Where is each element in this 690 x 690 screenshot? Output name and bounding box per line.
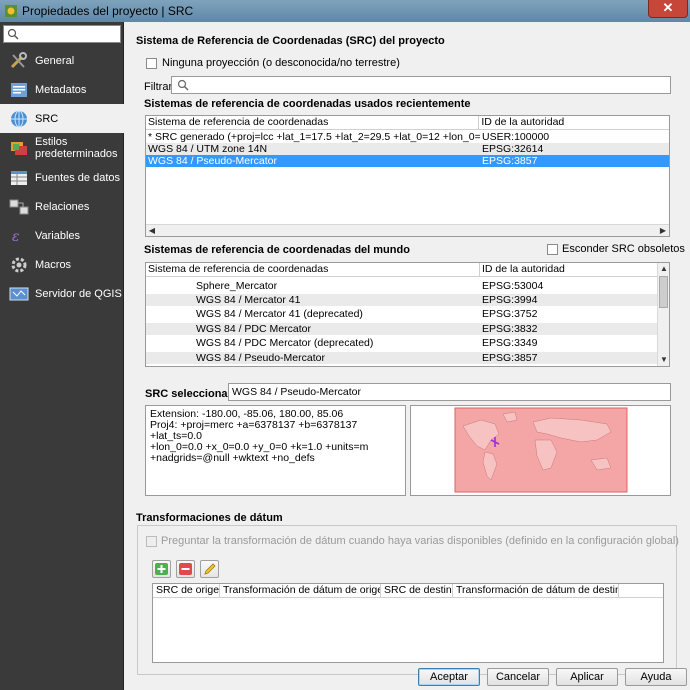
- sidebar-item-label: Macros: [35, 258, 72, 271]
- window-title: Propiedades del proyecto | SRC: [22, 4, 194, 18]
- table-header: SRC de origen Transformación de dátum de…: [153, 584, 663, 598]
- table-row[interactable]: WGS 84 / Pseudo-Mercator EPSG:3857: [146, 352, 657, 364]
- datum-title: Transformaciones de dátum: [136, 512, 283, 524]
- scroll-left-icon[interactable]: ◀: [146, 225, 158, 236]
- recent-crs-title: Sistemas de referencia de coordenadas us…: [144, 98, 471, 110]
- table-row[interactable]: WGS 84 / PDC Mercator EPSG:3832: [146, 323, 657, 335]
- filter-input[interactable]: [171, 76, 671, 94]
- apply-button[interactable]: Aplicar: [556, 668, 618, 686]
- sidebar-item-label: General: [35, 54, 75, 67]
- remove-transformation-button[interactable]: [176, 560, 195, 578]
- column-header-trans-origen[interactable]: Transformación de dátum de origen: [220, 584, 381, 597]
- table-row[interactable]: Sphere_Mercator EPSG:53004: [146, 280, 657, 292]
- scrollbar-thumb[interactable]: [659, 276, 668, 308]
- column-header-crs[interactable]: Sistema de referencia de coordenadas: [146, 263, 480, 276]
- search-icon: [177, 79, 189, 91]
- vertical-scrollbar[interactable]: ▲ ▼: [657, 263, 669, 366]
- world-map-icon: [454, 407, 628, 493]
- no-projection-label: Ninguna proyección (o desconocida/no ter…: [162, 57, 400, 69]
- filter-label: Filtrar: [144, 81, 173, 93]
- accept-button[interactable]: Aceptar: [418, 668, 480, 686]
- sidebar: General Metadatos SRC Estilos predetermi…: [0, 22, 124, 690]
- metadata-icon: [11, 82, 27, 97]
- horizontal-scrollbar[interactable]: ◀ ▶: [146, 224, 669, 236]
- sidebar-item-macros[interactable]: Macros: [0, 250, 124, 279]
- ask-datum-checkbox[interactable]: [146, 536, 157, 547]
- section-title: Sistema de Referencia de Coordenadas (SR…: [136, 35, 445, 47]
- variables-icon: ε: [12, 229, 20, 245]
- crs-extent-map: [410, 405, 671, 496]
- table-row[interactable]: WGS 84 / PDC Mercator (deprecated) EPSG:…: [146, 337, 657, 349]
- hide-deprecated-label: Esconder SRC obsoletos: [562, 243, 685, 255]
- table-row[interactable]: WGS 84 / UTM zone 14N EPSG:32614: [146, 143, 669, 155]
- table-header: Sistema de referencia de coordenadas ID …: [146, 116, 669, 130]
- column-header-crs[interactable]: Sistema de referencia de coordenadas: [146, 116, 480, 129]
- sidebar-item-general[interactable]: General: [0, 46, 124, 75]
- sidebar-item-src[interactable]: SRC: [0, 104, 124, 133]
- scroll-right-icon[interactable]: ▶: [657, 225, 669, 236]
- sidebar-item-fuentes[interactable]: Fuentes de datos: [0, 163, 124, 192]
- help-button[interactable]: Ayuda: [625, 668, 687, 686]
- sidebar-item-variables[interactable]: ε Variables: [0, 221, 124, 250]
- world-crs-title: Sistemas de referencia de coordenadas de…: [144, 244, 410, 256]
- column-header-trans-destino[interactable]: Transformación de dátum de destino: [453, 584, 619, 597]
- recent-crs-table[interactable]: Sistema de referencia de coordenadas ID …: [145, 115, 670, 237]
- table-header: Sistema de referencia de coordenadas ID …: [146, 263, 669, 277]
- add-transformation-button[interactable]: [152, 560, 171, 578]
- sidebar-item-label: Fuentes de datos: [35, 171, 121, 184]
- crs-info-text: Extension: -180.00, -85.06, 180.00, 85.0…: [145, 405, 406, 496]
- sidebar-item-estilos[interactable]: Estilos predeterminados: [0, 132, 124, 164]
- relations-icon: [9, 199, 29, 214]
- selected-crs-field[interactable]: WGS 84 / Pseudo-Mercator: [228, 383, 671, 401]
- no-projection-checkbox[interactable]: [146, 58, 157, 69]
- selected-crs-label: SRC seleccionado: [145, 388, 241, 400]
- sidebar-item-servidor[interactable]: Servidor de QGIS: [0, 279, 124, 308]
- table-row-selected[interactable]: WGS 84 / Pseudo-Mercator EPSG:3857: [146, 155, 669, 167]
- ask-datum-label: Preguntar la transformación de dátum cua…: [161, 535, 679, 547]
- window-titlebar: Propiedades del proyecto | SRC ✕: [0, 0, 690, 22]
- column-header-authority[interactable]: ID de la autoridad: [480, 263, 658, 276]
- column-header-authority[interactable]: ID de la autoridad: [479, 116, 669, 129]
- qgis-logo-icon: [5, 5, 17, 17]
- sidebar-item-label: Servidor de QGIS: [35, 287, 122, 300]
- sidebar-item-label: Metadatos: [35, 83, 87, 96]
- column-header-src-origen[interactable]: SRC de origen: [153, 584, 220, 597]
- sidebar-item-label: Relaciones: [35, 200, 90, 213]
- scroll-up-icon[interactable]: ▲: [658, 263, 669, 275]
- macros-icon: [11, 257, 27, 272]
- sidebar-item-label: Estilos predeterminados: [35, 136, 118, 160]
- main-panel: Sistema de Referencia de Coordenadas (SR…: [124, 22, 690, 690]
- world-crs-table[interactable]: Sistema de referencia de coordenadas ID …: [145, 262, 670, 367]
- datum-table[interactable]: SRC de origen Transformación de dátum de…: [152, 583, 664, 663]
- sidebar-item-label: Variables: [35, 229, 81, 242]
- table-row[interactable]: WGS 84 / Mercator 41 EPSG:3994: [146, 294, 657, 306]
- styles-icon: [11, 142, 27, 155]
- plus-icon: [155, 563, 168, 575]
- search-icon: [7, 28, 19, 40]
- table-row[interactable]: WGS 84 / Mercator 41 (deprecated) EPSG:3…: [146, 308, 657, 320]
- edit-transformation-button[interactable]: [200, 560, 219, 578]
- column-header-src-destino[interactable]: SRC de destino: [381, 584, 453, 597]
- scroll-down-icon[interactable]: ▼: [658, 354, 669, 366]
- globe-icon: [11, 110, 27, 127]
- datasource-icon: [11, 170, 27, 185]
- hide-deprecated-checkbox[interactable]: [547, 244, 558, 255]
- close-button[interactable]: ✕: [648, 0, 688, 18]
- sidebar-item-metadatos[interactable]: Metadatos: [0, 75, 124, 104]
- pencil-icon: [204, 563, 216, 575]
- sidebar-item-relaciones[interactable]: Relaciones: [0, 192, 124, 221]
- server-icon: [9, 287, 29, 300]
- minus-icon: [179, 563, 192, 575]
- sidebar-search-input[interactable]: [3, 25, 121, 43]
- table-row[interactable]: * SRC generado (+proj=lcc +lat_1=17.5 +l…: [146, 131, 669, 143]
- svg-text:ε: ε: [12, 229, 20, 245]
- cancel-button[interactable]: Cancelar: [487, 668, 549, 686]
- wrench-icon: [10, 51, 27, 68]
- sidebar-item-label: SRC: [35, 112, 59, 125]
